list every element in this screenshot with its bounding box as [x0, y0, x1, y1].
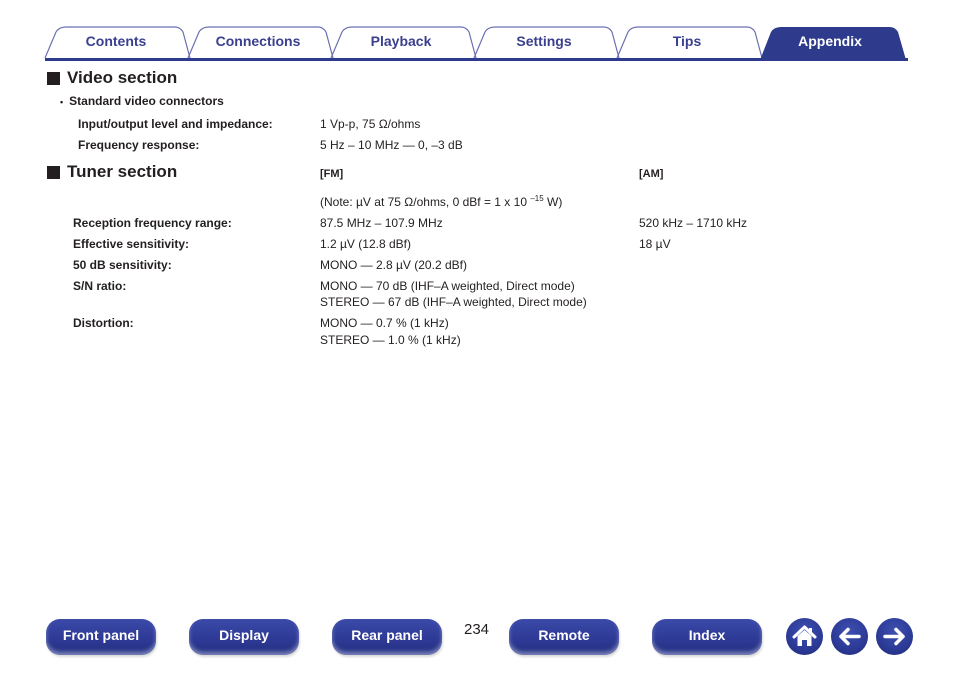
fm-header: [FM] — [320, 168, 344, 180]
video-row-label: Frequency response: — [78, 138, 200, 152]
video-row-value: 5 Hz – 10 MHz — 0, –3 dB — [320, 138, 463, 152]
tuner-section-heading: Tuner section — [47, 162, 177, 182]
tuner-row-label: 50 dB sensitivity: — [73, 258, 172, 272]
tuner-row-label: Effective sensitivity: — [73, 237, 190, 251]
home-button[interactable] — [786, 618, 823, 655]
tab-contents[interactable]: Contents — [66, 27, 166, 57]
video-section-title: Video section — [67, 68, 178, 87]
tuner-section-title: Tuner section — [67, 162, 178, 181]
tuner-am-value: 520 kHz – 1710 kHz — [639, 216, 748, 230]
tab-bar: Contents Connections Playback Settings T… — [0, 0, 954, 64]
tab-settings[interactable]: Settings — [493, 27, 595, 57]
tuner-row-label: S/N ratio: — [73, 279, 127, 293]
tuner-fm-value: 87.5 MHz – 107.9 MHz — [320, 216, 443, 230]
tuner-fm-value: MONO — 0.7 % (1 kHz) — [320, 316, 449, 330]
video-section-heading: Video section — [47, 68, 177, 88]
tuner-am-value: 18 µV — [639, 237, 671, 251]
tab-tips[interactable]: Tips — [636, 27, 738, 57]
section-square-icon — [47, 165, 60, 179]
video-row-value: 1 Vp-p, 75 Ω/ohms — [320, 117, 421, 131]
page-number: 234 — [464, 621, 490, 638]
video-row-label: Input/output level and impedance: — [78, 117, 273, 131]
back-arrow-icon — [839, 627, 861, 646]
front-panel-button[interactable]: Front panel — [46, 619, 156, 655]
tuner-row-label: Reception frequency range: — [73, 216, 232, 230]
video-subhead: • Standard video connectors — [60, 94, 224, 108]
tuner-fm-value: MONO — 70 dB (IHF–A weighted, Direct mod… — [320, 279, 575, 293]
remote-button[interactable]: Remote — [509, 619, 619, 655]
tab-appendix[interactable]: Appendix — [779, 27, 881, 57]
rear-panel-button[interactable]: Rear panel — [332, 619, 442, 655]
forward-arrow-icon — [883, 627, 905, 646]
bullet-icon: • — [60, 97, 64, 107]
fm-note-prefix: (Note: µV at 75 Ω/ohms, 0 dBf = 1 x 10 — [320, 195, 531, 209]
tuner-fm-value: MONO — 2.8 µV (20.2 dBf) — [320, 258, 467, 272]
forward-button[interactable] — [876, 618, 913, 655]
fm-note-exponent: –15 — [530, 194, 544, 203]
display-button[interactable]: Display — [189, 619, 299, 655]
fm-note-suffix: W) — [543, 195, 563, 209]
am-header: [AM] — [639, 168, 664, 180]
tab-connections[interactable]: Connections — [207, 27, 309, 57]
section-square-icon — [47, 71, 60, 85]
fm-note: (Note: µV at 75 Ω/ohms, 0 dBf = 1 x 10 –… — [320, 194, 562, 210]
tuner-row-label: Distortion: — [73, 316, 134, 330]
index-button[interactable]: Index — [652, 619, 762, 655]
tuner-fm-value: STEREO — 1.0 % (1 kHz) — [320, 333, 461, 347]
tuner-fm-value: 1.2 µV (12.8 dBf) — [320, 237, 411, 251]
home-icon — [792, 625, 817, 646]
video-subhead-text: Standard video connectors — [69, 94, 224, 108]
back-button[interactable] — [831, 618, 868, 655]
tab-playback[interactable]: Playback — [350, 27, 452, 57]
tuner-fm-value: STEREO — 67 dB (IHF–A weighted, Direct m… — [320, 295, 587, 309]
